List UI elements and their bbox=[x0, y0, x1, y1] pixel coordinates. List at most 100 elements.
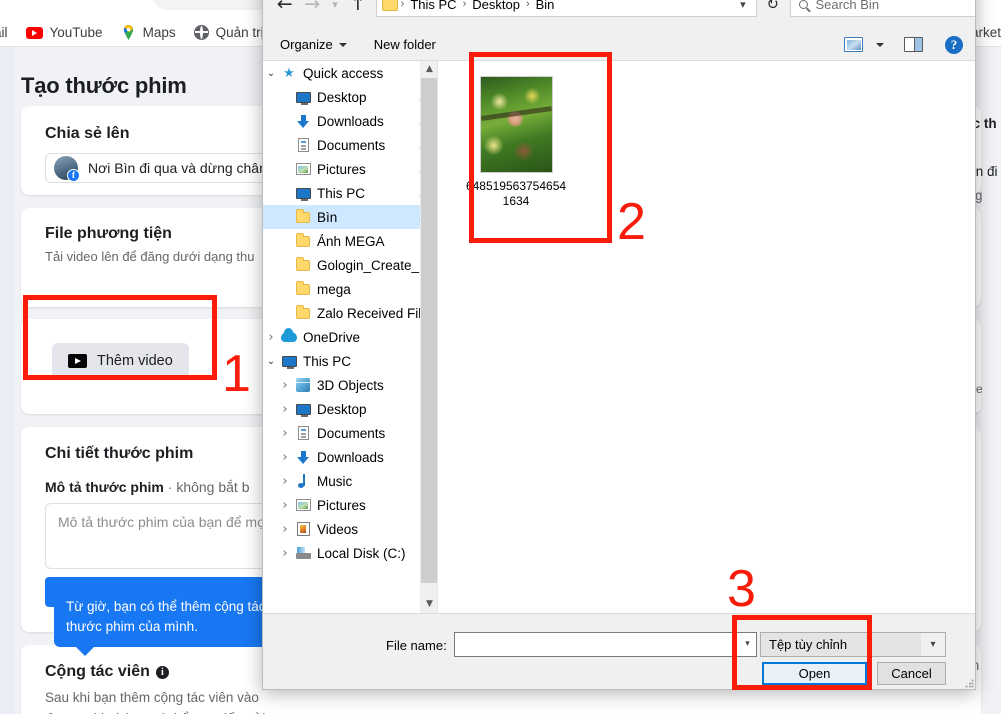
tree-item-nh-mega[interactable]: Ảnh MEGA bbox=[263, 229, 437, 253]
chevron-right-icon[interactable]: › bbox=[277, 474, 293, 489]
organize-button[interactable]: Organize bbox=[280, 37, 347, 52]
google-maps-icon bbox=[121, 25, 136, 40]
navigation-pane: ⌄★Quick accessDesktop📌Downloads📌Document… bbox=[263, 61, 437, 613]
chevron-right-icon[interactable]: › bbox=[277, 426, 293, 441]
chevron-right-icon[interactable]: › bbox=[277, 546, 293, 561]
tree-item-downloads[interactable]: › Downloads bbox=[263, 445, 437, 469]
tree-item-label: Desktop bbox=[317, 89, 367, 105]
scroll-down-icon[interactable]: ▼ bbox=[421, 596, 437, 613]
tree-item-label: Quick access bbox=[303, 65, 384, 81]
tree-item-videos[interactable]: › Videos bbox=[263, 517, 437, 541]
cube-icon bbox=[293, 378, 313, 392]
chevron-right-icon[interactable]: › bbox=[277, 402, 293, 417]
monitor-icon bbox=[293, 403, 313, 417]
folder-icon bbox=[293, 233, 313, 247]
tree-item-desktop[interactable]: Desktop📌 bbox=[263, 85, 437, 109]
chevron-right-icon[interactable]: › bbox=[277, 522, 293, 537]
file-name-label-static: File name: bbox=[386, 638, 447, 653]
cube-icon-glyph bbox=[296, 378, 310, 392]
tree-item-documents[interactable]: › Documents bbox=[263, 421, 437, 445]
tree-item-quick-access[interactable]: ⌄ ★ Quick access bbox=[263, 61, 437, 85]
resize-grip[interactable] bbox=[965, 679, 974, 688]
tree-item-onedrive[interactable]: › OneDrive bbox=[263, 325, 437, 349]
tree-item-label: This PC bbox=[317, 185, 366, 201]
tree-item-this-pc[interactable]: This PC📌 bbox=[263, 181, 437, 205]
breadcrumb-desktop[interactable]: Desktop bbox=[469, 0, 523, 12]
folder-tree: ⌄★Quick accessDesktop📌Downloads📌Document… bbox=[263, 61, 437, 565]
tree-item-label: Gologin_Create_profile_ bbox=[317, 257, 437, 273]
chevron-down-icon bbox=[338, 42, 347, 47]
tree-item-3d-objects[interactable]: › 3D Objects bbox=[263, 373, 437, 397]
tree-item-local-disk-c[interactable]: › Local Disk (C:) bbox=[263, 541, 437, 565]
bookmark-gmail[interactable]: ail bbox=[0, 23, 17, 42]
bookmark-maps[interactable]: Maps bbox=[112, 23, 185, 42]
monitor-icon bbox=[279, 355, 299, 369]
tree-item-b-n[interactable]: Bìn📌 bbox=[263, 205, 437, 229]
open-file-dialog: ← → ▾ ↑ › This PC › Desktop › Bin ▾ ↻ Se… bbox=[262, 0, 976, 690]
address-path-bar[interactable]: › This PC › Desktop › Bin ▾ bbox=[375, 0, 757, 17]
chevron-right-icon[interactable]: › bbox=[263, 330, 279, 345]
file-name-input[interactable] bbox=[455, 633, 739, 656]
tree-item-desktop[interactable]: › Desktop bbox=[263, 397, 437, 421]
file-name-field[interactable]: ▾ bbox=[454, 632, 757, 657]
view-layout-icon[interactable] bbox=[844, 37, 863, 52]
up-arrow-icon[interactable]: ↑ bbox=[344, 0, 371, 19]
chevron-down-icon[interactable]: ⌄ bbox=[263, 68, 279, 79]
tree-item-this-pc[interactable]: ⌄ This PC bbox=[263, 349, 437, 373]
bookmark-label: ail bbox=[0, 25, 8, 40]
description-label-row: Mô tả thước phim · không bắt b bbox=[45, 479, 250, 495]
chevron-right-icon[interactable]: › bbox=[277, 378, 293, 393]
tree-item-label: Pictures bbox=[317, 497, 366, 513]
search-icon bbox=[799, 0, 809, 9]
chevron-down-icon[interactable]: ▾ bbox=[326, 0, 344, 19]
chevron-right-icon[interactable]: › bbox=[277, 450, 293, 465]
tree-item-pictures[interactable]: Pictures📌 bbox=[263, 157, 437, 181]
refresh-icon[interactable]: ↻ bbox=[760, 0, 786, 17]
search-placeholder: Search Bin bbox=[815, 0, 880, 12]
tree-item-mega[interactable]: mega bbox=[263, 277, 437, 301]
tree-item-label: Music bbox=[317, 473, 353, 489]
annotation-box-1 bbox=[23, 295, 217, 380]
chevron-down-icon[interactable]: ⌄ bbox=[263, 356, 279, 367]
search-input[interactable]: Search Bin bbox=[790, 0, 975, 17]
tree-item-label: Videos bbox=[317, 521, 359, 537]
chevron-down-icon[interactable] bbox=[876, 42, 884, 47]
annotation-number-1: 1 bbox=[222, 345, 251, 403]
tree-item-label: mega bbox=[317, 281, 351, 297]
breadcrumb-bin[interactable]: Bin bbox=[533, 0, 558, 12]
page-selector-value: Nơi Bìn đi qua và dừng chân bbox=[88, 160, 267, 176]
video-icon-glyph bbox=[296, 522, 310, 536]
breadcrumb-this-pc[interactable]: This PC bbox=[407, 0, 459, 12]
tree-item-gologin-create-profile[interactable]: Gologin_Create_profile_ bbox=[263, 253, 437, 277]
forward-arrow-icon[interactable]: → bbox=[298, 0, 325, 19]
toolbar-right-group: ? bbox=[844, 35, 975, 54]
cancel-button[interactable]: Cancel bbox=[877, 662, 946, 685]
folder-icon bbox=[293, 305, 313, 319]
scrollbar-thumb[interactable] bbox=[421, 78, 437, 583]
tree-item-label: Desktop bbox=[317, 401, 367, 417]
tree-item-label: Local Disk (C:) bbox=[317, 545, 406, 561]
document-icon bbox=[293, 138, 313, 152]
navigation-pane-scrollbar[interactable]: ▲ ▼ bbox=[420, 61, 437, 613]
document-icon bbox=[293, 426, 313, 440]
download-icon bbox=[293, 114, 313, 128]
scroll-up-icon[interactable]: ▲ bbox=[421, 61, 437, 78]
chevron-down-icon[interactable]: ▾ bbox=[730, 0, 756, 11]
new-folder-button[interactable]: New folder bbox=[374, 37, 436, 52]
bookmark-youtube[interactable]: YouTube bbox=[17, 23, 112, 42]
preview-pane-icon[interactable] bbox=[904, 37, 923, 52]
tree-item-documents[interactable]: Documents📌 bbox=[263, 133, 437, 157]
tree-item-zalo-received-files[interactable]: Zalo Received Files bbox=[263, 301, 437, 325]
description-label: Mô tả thước phim bbox=[45, 479, 164, 495]
tree-item-downloads[interactable]: Downloads📌 bbox=[263, 109, 437, 133]
tree-item-label: Pictures bbox=[317, 161, 366, 177]
tree-item-music[interactable]: › Music bbox=[263, 469, 437, 493]
info-icon[interactable]: i bbox=[155, 665, 169, 679]
help-icon[interactable]: ? bbox=[945, 35, 963, 54]
back-arrow-icon[interactable]: ← bbox=[271, 0, 298, 19]
tree-item-pictures[interactable]: › Pictures bbox=[263, 493, 437, 517]
chevron-down-icon[interactable]: ▾ bbox=[921, 633, 945, 656]
globe-icon bbox=[193, 25, 209, 40]
chevron-right-icon[interactable]: › bbox=[277, 498, 293, 513]
picture-icon-glyph bbox=[295, 163, 311, 175]
